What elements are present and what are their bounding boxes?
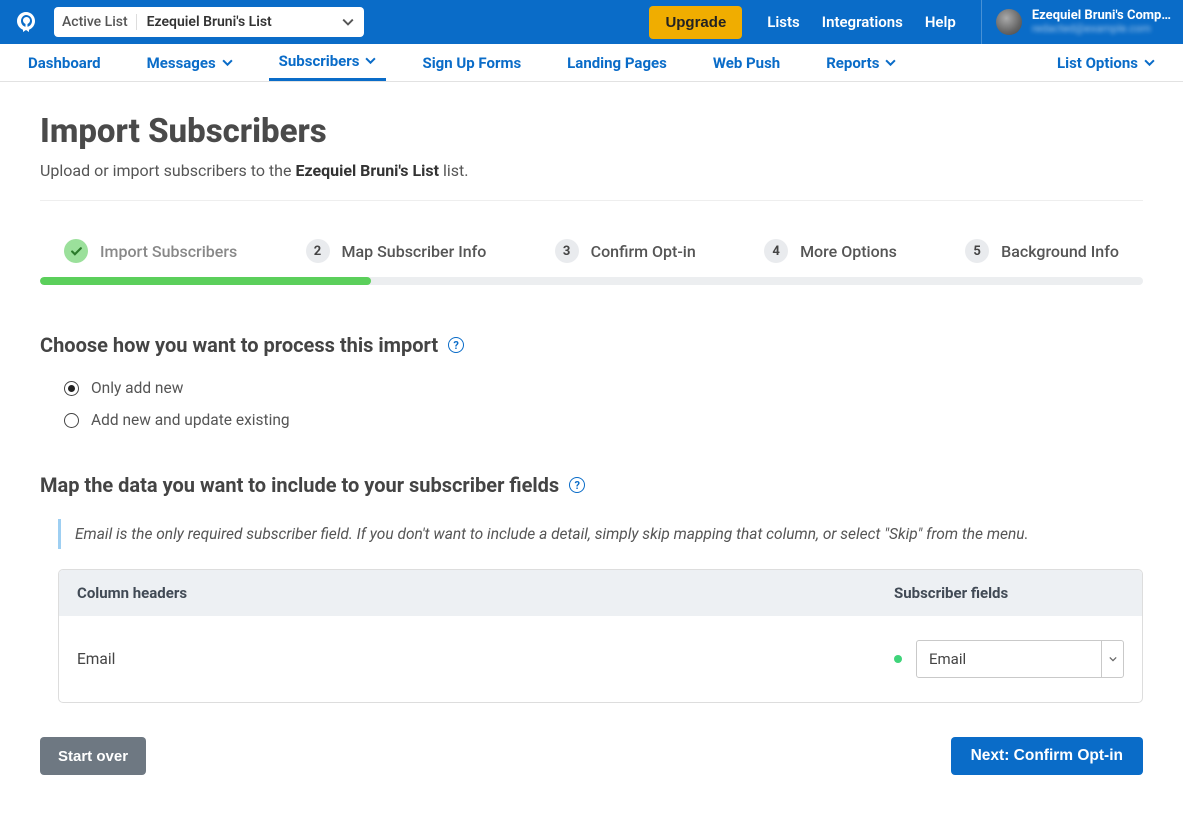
tab-signup-forms[interactable]: Sign Up Forms: [412, 44, 531, 81]
main-navbar: Dashboard Messages Subscribers Sign Up F…: [0, 44, 1183, 82]
page-title: Import Subscribers: [40, 112, 1143, 151]
tab-web-push[interactable]: Web Push: [703, 44, 790, 81]
field-select[interactable]: Email: [916, 640, 1124, 678]
upgrade-button[interactable]: Upgrade: [649, 6, 742, 39]
wizard-actions: Start over Next: Confirm Opt-in: [40, 737, 1143, 775]
mapping-table: Column headers Subscriber fields Email E…: [58, 569, 1143, 703]
help-icon[interactable]: ?: [448, 337, 464, 353]
step-2[interactable]: 2 Map Subscriber Info: [306, 239, 487, 263]
help-icon[interactable]: ?: [569, 477, 585, 493]
tab-landing-pages[interactable]: Landing Pages: [557, 44, 677, 81]
nav-integrations[interactable]: Integrations: [822, 13, 903, 31]
chevron-down-icon: [222, 54, 233, 72]
chevron-down-icon: [1101, 641, 1123, 677]
tab-subscribers[interactable]: Subscribers: [269, 44, 387, 81]
chevron-down-icon: [365, 52, 376, 70]
active-list-label: Active List: [62, 14, 137, 30]
active-list-name: Ezequiel Bruni's List: [137, 14, 272, 30]
tab-reports[interactable]: Reports: [816, 44, 906, 81]
brand-logo-icon[interactable]: [12, 8, 40, 36]
import-mode-group: Only add new Add new and update existing: [64, 379, 1143, 429]
nav-help[interactable]: Help: [925, 13, 956, 31]
radio-add-and-update[interactable]: Add new and update existing: [64, 411, 1143, 429]
chevron-down-icon: [342, 13, 354, 32]
column-headers-label: Column headers: [77, 584, 894, 602]
mapping-row: Email Email: [59, 616, 1142, 702]
chevron-down-icon: [1144, 54, 1155, 72]
radio-icon: [64, 413, 79, 428]
chevron-down-icon: [885, 54, 896, 72]
page-subtitle: Upload or import subscribers to the Ezeq…: [40, 161, 1143, 180]
step-1[interactable]: Import Subscribers: [64, 239, 237, 263]
radio-only-add-new[interactable]: Only add new: [64, 379, 1143, 397]
page-content: Import Subscribers Upload or import subs…: [0, 82, 1183, 815]
account-menu[interactable]: Ezequiel Bruni's Comp… redacted@example.…: [996, 9, 1171, 35]
tab-messages[interactable]: Messages: [137, 44, 243, 81]
subscriber-fields-label: Subscriber fields: [894, 584, 1124, 602]
step-5[interactable]: 5 Background Info: [965, 239, 1119, 263]
mapping-row-header: Email: [77, 650, 894, 668]
divider: [40, 200, 1143, 201]
topbar: Active List Ezequiel Bruni's List Upgrad…: [0, 0, 1183, 44]
mapping-table-header: Column headers Subscriber fields: [59, 570, 1142, 616]
account-name: Ezequiel Bruni's Comp…: [1032, 9, 1171, 23]
check-icon: [64, 239, 88, 263]
avatar: [996, 9, 1022, 35]
nav-lists[interactable]: Lists: [767, 13, 799, 31]
progress-bar: [40, 277, 1143, 285]
account-email: redacted@example.com: [1032, 23, 1171, 35]
start-over-button[interactable]: Start over: [40, 737, 146, 775]
topbar-divider: [981, 0, 982, 44]
next-button[interactable]: Next: Confirm Opt-in: [951, 737, 1143, 775]
section-process-heading: Choose how you want to process this impo…: [40, 333, 1143, 357]
status-dot-icon: [894, 655, 902, 663]
active-list-selector[interactable]: Active List Ezequiel Bruni's List: [54, 7, 364, 37]
section-map-heading: Map the data you want to include to your…: [40, 473, 1143, 497]
info-note: Email is the only required subscriber fi…: [58, 519, 1143, 549]
tab-list-options[interactable]: List Options: [1047, 44, 1165, 81]
wizard-steps: Import Subscribers 2 Map Subscriber Info…: [40, 239, 1143, 277]
step-3[interactable]: 3 Confirm Opt-in: [555, 239, 696, 263]
radio-icon: [64, 381, 79, 396]
step-4[interactable]: 4 More Options: [764, 239, 897, 263]
progress-fill: [40, 277, 371, 285]
tab-dashboard[interactable]: Dashboard: [18, 44, 111, 81]
